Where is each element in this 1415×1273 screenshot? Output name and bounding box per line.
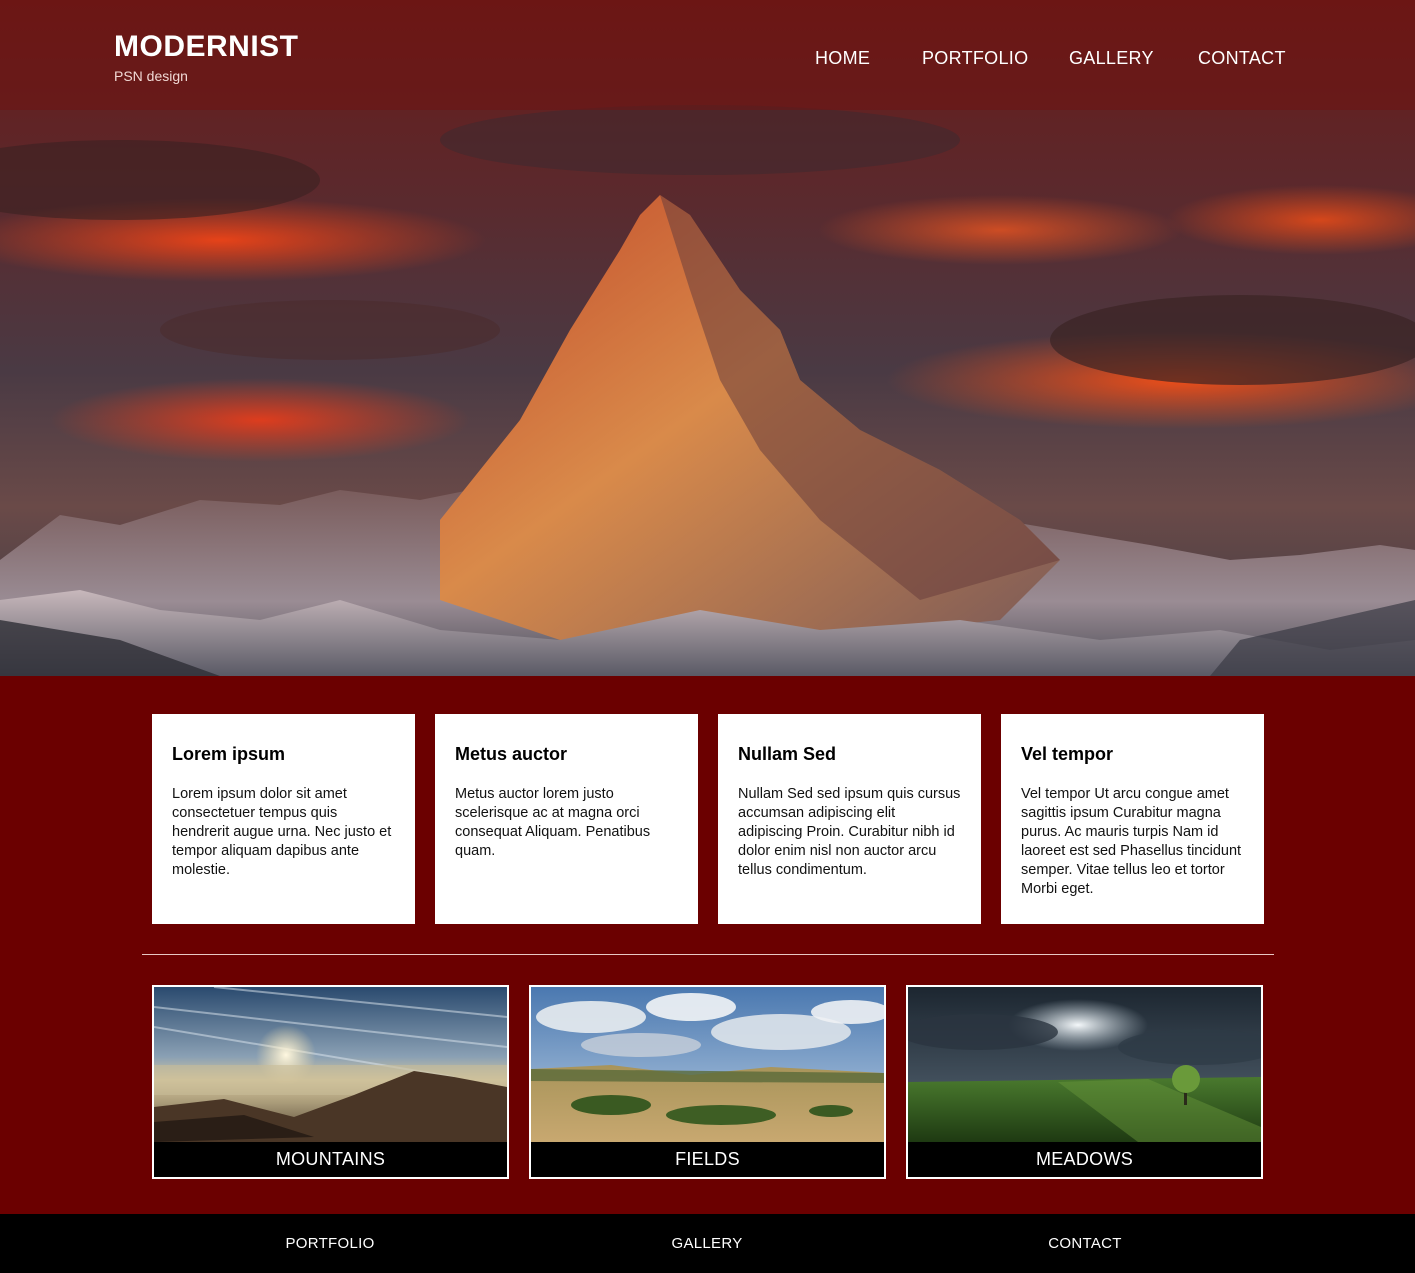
feature-card: Nullam Sed Nullam Sed sed ipsum quis cur… <box>718 714 981 924</box>
site-header: MODERNIST PSN design HOME PORTFOLIO GALL… <box>0 0 1415 110</box>
nav-gallery[interactable]: GALLERY <box>1069 48 1154 69</box>
feature-card: Lorem ipsum Lorem ipsum dolor sit amet c… <box>152 714 415 924</box>
mountains-thumbnail <box>154 987 507 1142</box>
gallery-caption: MOUNTAINS <box>154 1142 507 1177</box>
footer-link-gallery[interactable]: GALLERY <box>607 1235 807 1252</box>
main-nav: HOME PORTFOLIO GALLERY CONTACT <box>0 48 1415 72</box>
gallery-caption: MEADOWS <box>908 1142 1261 1177</box>
card-title: Metus auctor <box>455 744 568 764</box>
card-title: Lorem ipsum <box>172 744 286 764</box>
gallery-item-meadows[interactable]: MEADOWS <box>906 985 1263 1179</box>
footer-link-contact[interactable]: CONTACT <box>985 1235 1185 1252</box>
section-divider <box>142 954 1274 955</box>
card-title: Vel tempor <box>1021 744 1114 764</box>
gallery-item-mountains[interactable]: MOUNTAINS <box>152 985 509 1179</box>
fields-thumbnail <box>531 987 884 1142</box>
nav-home[interactable]: HOME <box>815 48 870 69</box>
nav-contact[interactable]: CONTACT <box>1198 48 1286 69</box>
card-title: Nullam Sed <box>738 744 837 764</box>
gallery-item-fields[interactable]: FIELDS <box>529 985 886 1179</box>
gallery-caption: FIELDS <box>531 1142 884 1177</box>
card-text: Nullam Sed sed ipsum quis cursus accumsa… <box>738 786 961 878</box>
feature-card: Vel tempor Vel tempor Ut arcu congue ame… <box>1001 714 1264 924</box>
site-footer: PORTFOLIO GALLERY CONTACT <box>0 1214 1415 1273</box>
card-text: Lorem ipsum dolor sit amet consectetuer … <box>172 786 392 878</box>
card-text: Metus auctor lorem justo scelerisque ac … <box>455 786 651 859</box>
feature-card: Metus auctor Metus auctor lorem justo sc… <box>435 714 698 924</box>
card-text: Vel tempor Ut arcu congue amet sagittis … <box>1021 786 1242 897</box>
nav-portfolio[interactable]: PORTFOLIO <box>922 48 1028 69</box>
meadows-thumbnail <box>908 987 1261 1142</box>
footer-link-portfolio[interactable]: PORTFOLIO <box>230 1235 430 1252</box>
